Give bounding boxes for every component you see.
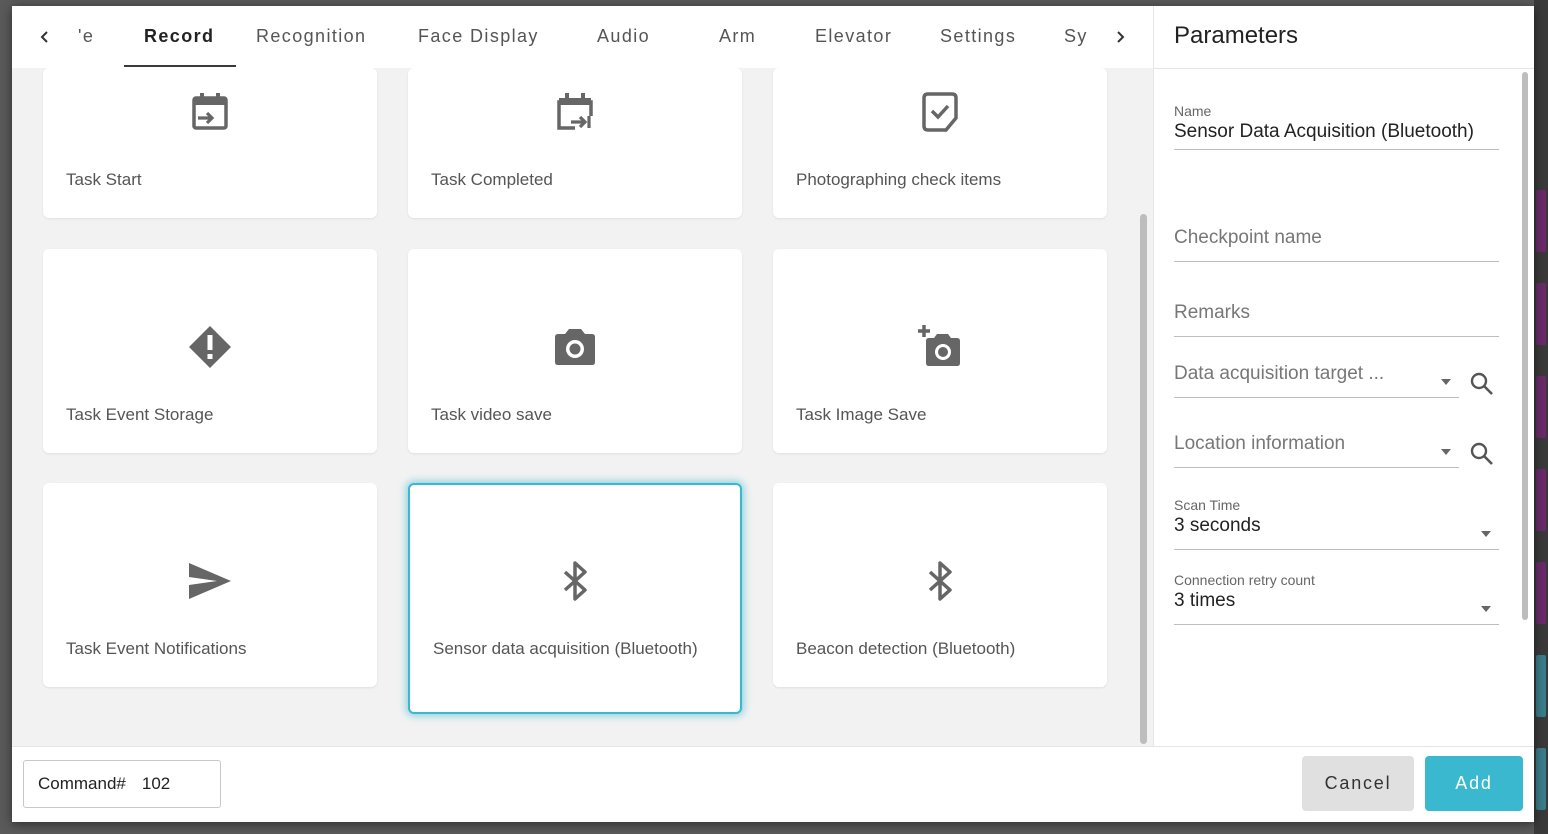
caret-down-icon <box>1481 606 1491 612</box>
calendar-end-icon <box>551 88 599 136</box>
add-command-dialog: 'e Record Recognition Face Display Audio… <box>12 6 1534 822</box>
remarks-placeholder: Remarks <box>1174 302 1251 323</box>
card-photographing-check-items[interactable]: Photographing check items <box>773 68 1107 218</box>
bluetooth-icon <box>551 557 599 605</box>
chevron-right-icon <box>1117 31 1125 43</box>
card-label: Photographing check items <box>796 170 1002 189</box>
tab-system-partial[interactable]: Sy <box>1064 26 1088 47</box>
connection-retry-count-label: Connection retry count <box>1174 572 1315 588</box>
card-grid-scrollbar[interactable] <box>1140 214 1147 744</box>
data-acquisition-target-placeholder: Data acquisition target ... <box>1174 363 1385 384</box>
card-task-image-save[interactable]: Task Image Save <box>773 249 1107 453</box>
location-information-placeholder: Location information <box>1174 433 1346 454</box>
add-button[interactable]: Add <box>1425 756 1523 811</box>
scan-time-select[interactable]: Scan Time 3 seconds <box>1174 497 1499 550</box>
bg-block <box>1536 562 1546 624</box>
card-label: Beacon detection (Bluetooth) <box>796 639 1016 658</box>
search-icon <box>1470 442 1493 465</box>
cancel-button[interactable]: Cancel <box>1302 756 1414 811</box>
card-label: Task Start <box>66 170 142 189</box>
bg-block <box>1536 283 1546 345</box>
send-icon <box>186 557 234 605</box>
location-information-select[interactable]: Location information <box>1174 433 1459 468</box>
card-label: Task Image Save <box>796 405 927 424</box>
bg-block <box>1536 748 1546 810</box>
location-search-button[interactable] <box>1469 441 1495 467</box>
caret-down-icon <box>1441 449 1451 455</box>
card-task-event-notifications[interactable]: Task Event Notifications <box>43 483 377 687</box>
calendar-start-icon <box>186 88 234 136</box>
bg-block <box>1536 655 1546 717</box>
command-number-label: Command# <box>38 774 126 793</box>
tab-record[interactable]: Record <box>144 26 214 47</box>
checkpoint-name-placeholder: Checkpoint name <box>1174 227 1322 248</box>
card-label: Sensor data acquisition (Bluetooth) <box>433 639 698 658</box>
diamond-alert-icon <box>186 323 234 371</box>
card-beacon-detection[interactable]: Beacon detection (Bluetooth) <box>773 483 1107 687</box>
scan-time-value: 3 seconds <box>1174 515 1261 536</box>
data-acquisition-target-select[interactable]: Data acquisition target ... <box>1174 363 1459 398</box>
parameters-pane: Parameters Name Sensor Data Acquisition … <box>1153 6 1534 746</box>
command-picker-pane: 'e Record Recognition Face Display Audio… <box>12 6 1153 746</box>
command-card-grid: Task Start Task Completed Photographing … <box>12 68 1140 746</box>
card-task-video-save[interactable]: Task video save <box>408 249 742 453</box>
name-label: Name <box>1174 103 1212 119</box>
camera-plus-icon <box>916 323 964 371</box>
background-strip <box>1534 0 1548 834</box>
card-task-completed[interactable]: Task Completed <box>408 68 742 218</box>
connection-retry-count-select[interactable]: Connection retry count 3 times <box>1174 572 1499 625</box>
divider <box>1154 68 1534 69</box>
card-label: Task video save <box>431 405 552 424</box>
search-icon <box>1470 372 1493 395</box>
scan-time-label: Scan Time <box>1174 497 1241 513</box>
active-tab-indicator <box>124 65 236 67</box>
tab-audio[interactable]: Audio <box>597 26 650 47</box>
chevron-left-icon <box>40 31 48 43</box>
command-number-value: 102 <box>141 774 171 793</box>
tabs-scroll-left-button[interactable] <box>34 24 56 50</box>
tabs-scroll-right-button[interactable] <box>1109 24 1131 50</box>
caret-down-icon <box>1441 379 1451 385</box>
card-label: Task Event Storage <box>66 405 214 424</box>
card-sensor-data-acquisition[interactable]: Sensor data acquisition (Bluetooth) <box>408 483 742 714</box>
parameters-title: Parameters <box>1174 22 1299 49</box>
card-task-event-storage[interactable]: Task Event Storage <box>43 249 377 453</box>
bg-block <box>1536 376 1546 438</box>
tab-face-display[interactable]: Face Display <box>418 26 539 47</box>
card-label: Task Completed <box>431 170 553 189</box>
target-search-button[interactable] <box>1469 371 1495 397</box>
bg-block <box>1536 190 1546 252</box>
camera-icon <box>551 323 599 371</box>
dialog-footer: Command# 102 Cancel Add <box>12 746 1534 822</box>
tab-settings[interactable]: Settings <box>940 26 1016 47</box>
caret-down-icon <box>1481 531 1491 537</box>
check-note-icon <box>916 88 964 136</box>
tab-elevator[interactable]: Elevator <box>815 26 892 47</box>
command-number-field[interactable]: Command# 102 <box>23 760 221 808</box>
card-task-start[interactable]: Task Start <box>43 68 377 218</box>
checkpoint-name-field[interactable]: Checkpoint name <box>1174 227 1499 262</box>
bg-block <box>1536 469 1546 531</box>
parameters-scrollbar[interactable] <box>1522 72 1528 620</box>
name-field[interactable]: Name Sensor Data Acquisition (Bluetooth) <box>1174 103 1499 150</box>
bluetooth-icon <box>916 557 964 605</box>
category-tab-bar: 'e Record Recognition Face Display Audio… <box>12 6 1153 68</box>
tab-previous-partial[interactable]: 'e <box>78 26 94 47</box>
card-label: Task Event Notifications <box>66 639 247 658</box>
connection-retry-count-value: 3 times <box>1174 590 1236 611</box>
tab-arm[interactable]: Arm <box>719 26 756 47</box>
remarks-field[interactable]: Remarks <box>1174 302 1499 337</box>
name-value: Sensor Data Acquisition (Bluetooth) <box>1174 121 1474 142</box>
tab-recognition[interactable]: Recognition <box>256 26 366 47</box>
